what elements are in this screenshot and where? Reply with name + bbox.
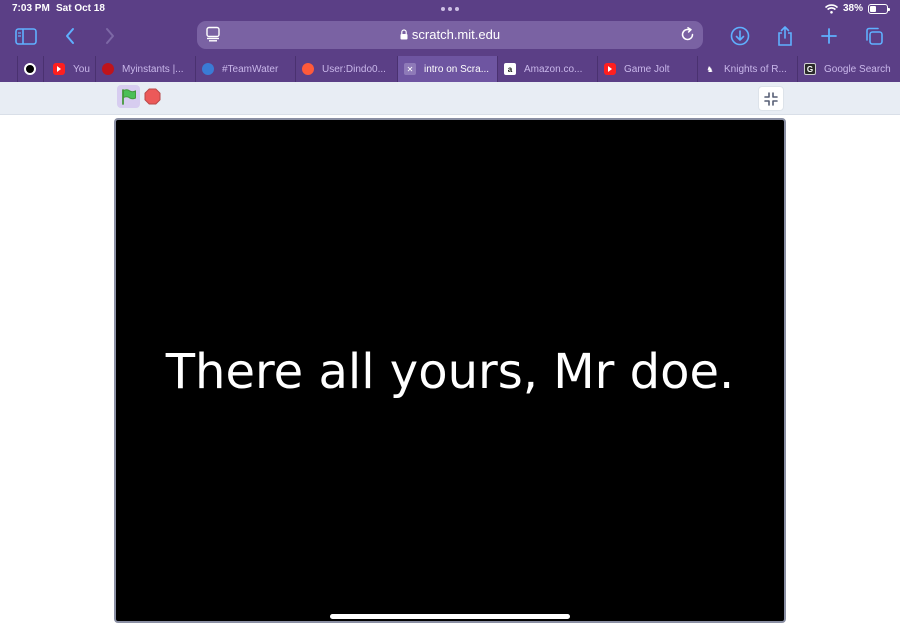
tab-label: Game Jolt (624, 63, 670, 75)
tab-game-jolt[interactable]: Game Jolt (597, 56, 697, 82)
lock-icon (400, 28, 408, 43)
tab-label: Myinstants |... (122, 63, 184, 75)
tab-label: intro on Scra... (424, 63, 490, 75)
tab-label: Amazon.co... (524, 63, 583, 75)
tab-youtube[interactable]: You (43, 56, 95, 82)
youtube-icon (604, 63, 616, 75)
share-icon[interactable] (771, 22, 799, 50)
youtube-icon (53, 63, 65, 75)
battery-percent: 38% (842, 3, 863, 14)
browser-chrome: 7:03 PM Sat Oct 18 38% scratch.mit.edu Y… (0, 0, 900, 82)
stage-text: There all yours, Mr doe. (165, 344, 735, 400)
download-icon[interactable] (726, 22, 754, 50)
sidebar-icon[interactable] (12, 22, 40, 50)
amazon-icon: a (504, 63, 516, 75)
tab-scratch[interactable]: ✕ intro on Scra... (397, 56, 497, 82)
status-right: 38% (824, 3, 890, 14)
fire-icon (302, 63, 314, 75)
tab-label: Knights of R... (724, 63, 787, 75)
google-icon: G (804, 63, 816, 75)
shrink-icon (764, 91, 778, 106)
multitasking-dots-icon[interactable] (441, 7, 459, 11)
stop-button[interactable] (144, 88, 161, 105)
tab-label: #TeamWater (222, 63, 279, 75)
tab-label: User:Dindo0... (322, 63, 386, 75)
tab-user-dindo[interactable]: User:Dindo0... (295, 56, 397, 82)
tabs-icon[interactable] (860, 22, 888, 50)
address-text-wrap: scratch.mit.edu (197, 27, 703, 43)
stop-sign-icon (144, 88, 161, 105)
green-flag-icon (122, 89, 136, 105)
forward-icon[interactable] (96, 22, 124, 50)
address-url: scratch.mit.edu (411, 27, 501, 42)
circle-icon (24, 63, 36, 75)
plus-icon[interactable] (815, 22, 843, 50)
tab-myinstants[interactable]: Myinstants |... (95, 56, 195, 82)
project-stage[interactable]: There all yours, Mr doe. (114, 118, 786, 623)
tab-label: Google Search (824, 63, 891, 75)
tab-knights[interactable]: ♞ Knights of R... (697, 56, 797, 82)
green-flag-button[interactable] (117, 85, 140, 108)
status-time: 7:03 PM (12, 3, 50, 14)
address-bar[interactable]: scratch.mit.edu (197, 21, 703, 49)
home-indicator[interactable] (330, 614, 570, 619)
scratch-icon: ✕ (404, 63, 416, 75)
reload-icon[interactable] (680, 27, 695, 47)
tab-bar: You Myinstants |... #TeamWater User:Dind… (0, 56, 900, 82)
exit-fullscreen-button[interactable] (758, 86, 784, 111)
tab-amazon[interactable]: a Amazon.co... (497, 56, 597, 82)
back-icon[interactable] (56, 22, 84, 50)
water-drop-icon (202, 63, 214, 75)
tab-circle[interactable] (17, 56, 43, 82)
knights-icon: ♞ (706, 64, 714, 74)
status-bar: 7:03 PM Sat Oct 18 38% (0, 0, 900, 18)
browser-toolbar: scratch.mit.edu (0, 18, 900, 54)
wifi-icon (824, 3, 838, 14)
battery-icon (868, 3, 890, 14)
myinstants-icon (102, 63, 114, 75)
tab-label: You (73, 63, 90, 75)
tab-teamwater[interactable]: #TeamWater (195, 56, 295, 82)
tab-google-search[interactable]: G Google Search (797, 56, 900, 82)
status-date: Sat Oct 18 (56, 3, 105, 14)
